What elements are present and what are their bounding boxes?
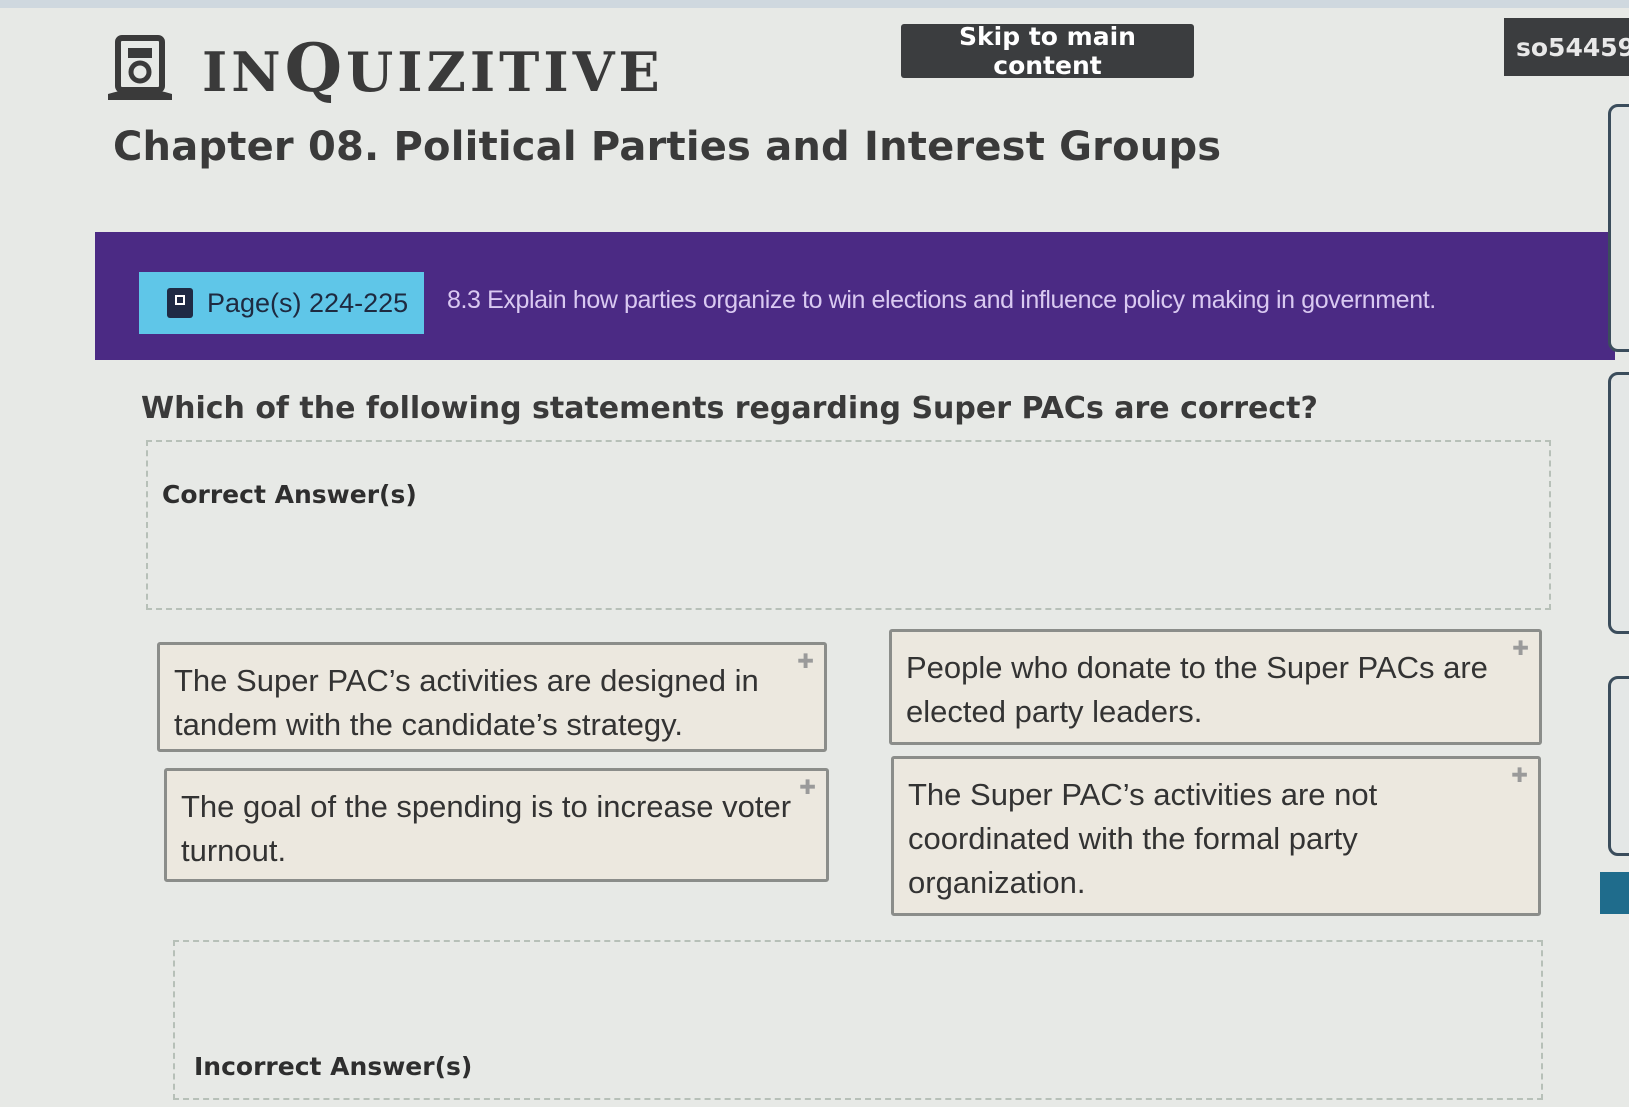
page-reference-label: Page(s) 224-225 [207, 287, 409, 318]
book-icon [167, 288, 193, 318]
answer-card[interactable]: ✚ The Super PAC’s activities are not coo… [891, 756, 1541, 916]
answer-card[interactable]: ✚ The Super PAC’s activities are designe… [157, 642, 827, 752]
side-panel-accent[interactable] [1600, 872, 1629, 914]
inquizitive-logo: INQUIZITIVE [104, 32, 664, 104]
user-account-id[interactable]: so544590 [1504, 18, 1629, 76]
drag-handle-icon: ✚ [799, 775, 816, 799]
question-prompt: Which of the following statements regard… [141, 391, 1318, 426]
answer-text: The Super PAC’s activities are designed … [174, 663, 759, 742]
answer-card[interactable]: ✚ People who donate to the Super PACs ar… [889, 629, 1542, 745]
answer-text: The goal of the spending is to increase … [181, 789, 792, 868]
drag-handle-icon: ✚ [1511, 763, 1528, 787]
correct-answers-drop-zone[interactable]: Correct Answer(s) [146, 440, 1551, 610]
side-panel-tab[interactable] [1608, 372, 1629, 634]
learning-objective-banner: Page(s) 224-225 8.3 Explain how parties … [95, 232, 1615, 360]
learning-objective-text: 8.3 Explain how parties organize to win … [447, 286, 1436, 314]
page-reference-button[interactable]: Page(s) 224-225 [139, 272, 424, 334]
side-panel-tab[interactable] [1608, 104, 1629, 352]
skip-to-main-content-button[interactable]: Skip to main content [901, 22, 1194, 80]
incorrect-answers-label: Incorrect Answer(s) [194, 1052, 473, 1081]
incorrect-answers-drop-zone[interactable]: Incorrect Answer(s) [173, 940, 1543, 1100]
chapter-title: Chapter 08. Political Parties and Intere… [113, 124, 1222, 170]
drag-handle-icon: ✚ [797, 649, 814, 673]
side-panel-tab[interactable] [1608, 676, 1629, 856]
top-browser-strip [0, 0, 1629, 8]
answer-card[interactable]: ✚ The goal of the spending is to increas… [164, 768, 829, 882]
inquizitive-logo-icon [108, 35, 172, 100]
correct-answers-label: Correct Answer(s) [162, 480, 417, 509]
drag-handle-icon: ✚ [1512, 636, 1529, 660]
logo-wordmark: INQUIZITIVE [202, 29, 664, 107]
answer-text: People who donate to the Super PACs are … [906, 650, 1488, 729]
answer-text: The Super PAC’s activities are not coord… [908, 777, 1378, 900]
